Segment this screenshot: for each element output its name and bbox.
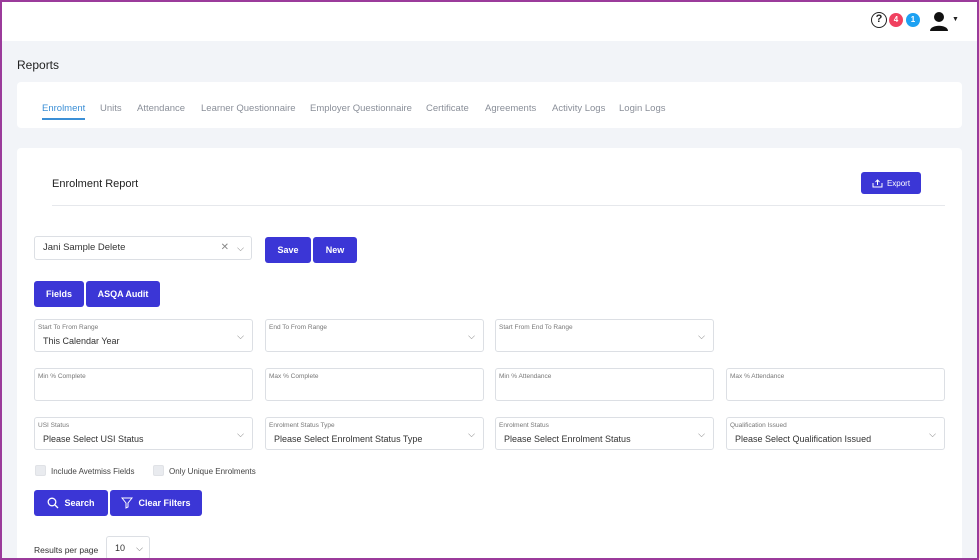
min-attendance-input[interactable]: Min % Attendance bbox=[495, 368, 714, 401]
tab-employer-questionnaire[interactable]: Employer Questionnaire bbox=[310, 103, 412, 114]
field-value: This Calendar Year bbox=[43, 336, 120, 346]
chevron-down-icon: ⌵ bbox=[237, 243, 244, 253]
field-label: Enrolment Status Type bbox=[269, 422, 335, 429]
field-label: Qualification Issued bbox=[730, 422, 787, 429]
clear-filters-button[interactable]: Clear Filters bbox=[110, 490, 202, 516]
report-title: Enrolment Report bbox=[52, 178, 139, 190]
max-attendance-input[interactable]: Max % Attendance bbox=[726, 368, 945, 401]
min-complete-input[interactable]: Min % Complete bbox=[34, 368, 253, 401]
export-icon bbox=[872, 178, 883, 187]
help-icon[interactable]: ? bbox=[871, 12, 887, 28]
active-tab-indicator bbox=[42, 118, 85, 120]
tab-activity-logs[interactable]: Activity Logs bbox=[552, 103, 605, 114]
qualification-issued-select[interactable]: Qualification Issued Please Select Quali… bbox=[726, 417, 945, 450]
notification-badge-blue[interactable]: 1 bbox=[906, 13, 920, 27]
field-label: Enrolment Status bbox=[499, 422, 549, 429]
end-to-from-range-select[interactable]: End To From Range ⌵ bbox=[265, 319, 484, 352]
field-label: Min % Complete bbox=[38, 373, 86, 380]
results-per-page-label: Results per page bbox=[34, 545, 99, 555]
search-label: Search bbox=[64, 498, 95, 508]
field-label: Start From End To Range bbox=[499, 324, 573, 331]
max-complete-input[interactable]: Max % Complete bbox=[265, 368, 484, 401]
fields-button[interactable]: Fields bbox=[34, 281, 84, 307]
chevron-down-icon: ⌵ bbox=[698, 429, 705, 439]
report-card: Enrolment Report Export Jani Sample Dele… bbox=[17, 148, 962, 560]
usi-status-select[interactable]: USI Status Please Select USI Status ⌵ bbox=[34, 417, 253, 450]
tab-learner-questionnaire[interactable]: Learner Questionnaire bbox=[201, 103, 296, 114]
chevron-down-icon: ⌵ bbox=[929, 429, 936, 439]
report-tabs: Enrolment Units Attendance Learner Quest… bbox=[17, 82, 962, 128]
only-unique-label: Only Unique Enrolments bbox=[169, 467, 256, 476]
tab-certificate[interactable]: Certificate bbox=[426, 103, 469, 114]
field-label: End To From Range bbox=[269, 324, 328, 331]
chevron-down-icon: ⌵ bbox=[237, 331, 244, 341]
chevron-down-icon: ⌵ bbox=[136, 543, 143, 553]
tab-enrolment[interactable]: Enrolment bbox=[42, 103, 85, 114]
field-value: Please Select USI Status bbox=[43, 434, 144, 444]
field-label: USI Status bbox=[38, 422, 70, 429]
search-button[interactable]: Search bbox=[34, 490, 108, 516]
header-divider bbox=[52, 205, 945, 206]
clear-selection-icon[interactable]: ✕ bbox=[221, 237, 229, 259]
top-bar: ? 4 1 ▼ bbox=[2, 2, 977, 41]
clear-filters-label: Clear Filters bbox=[138, 498, 191, 508]
start-from-end-range-select[interactable]: Start From End To Range ⌵ bbox=[495, 319, 714, 352]
page-title: Reports bbox=[17, 58, 60, 72]
tab-units[interactable]: Units bbox=[100, 103, 122, 114]
start-to-from-range-select[interactable]: Start To From Range This Calendar Year ⌵ bbox=[34, 319, 253, 352]
chevron-down-icon: ⌵ bbox=[468, 331, 475, 341]
tab-login-logs[interactable]: Login Logs bbox=[619, 103, 665, 114]
save-button[interactable]: Save bbox=[265, 237, 311, 263]
asqa-audit-button[interactable]: ASQA Audit bbox=[86, 281, 160, 307]
enrolment-status-type-select[interactable]: Enrolment Status Type Please Select Enro… bbox=[265, 417, 484, 450]
results-per-page-value: 10 bbox=[115, 543, 126, 553]
results-per-page-select[interactable]: 10 ⌵ bbox=[106, 536, 150, 560]
saved-report-select[interactable]: Jani Sample Delete ✕ ⌵ bbox=[34, 236, 252, 260]
search-icon bbox=[48, 497, 59, 509]
field-label: Max % Complete bbox=[269, 373, 319, 380]
notification-badge-red[interactable]: 4 bbox=[889, 13, 903, 27]
field-value: Please Select Qualification Issued bbox=[735, 434, 872, 444]
chevron-down-icon: ⌵ bbox=[468, 429, 475, 439]
field-label: Min % Attendance bbox=[499, 373, 552, 380]
filter-clear-icon bbox=[121, 497, 134, 509]
field-label: Start To From Range bbox=[38, 324, 99, 331]
user-avatar-icon[interactable] bbox=[928, 10, 950, 32]
export-button[interactable]: Export bbox=[861, 172, 921, 194]
field-label: Max % Attendance bbox=[730, 373, 785, 380]
only-unique-checkbox[interactable] bbox=[153, 465, 164, 476]
tab-agreements[interactable]: Agreements bbox=[485, 103, 536, 114]
new-button[interactable]: New bbox=[313, 237, 357, 263]
chevron-down-icon: ⌵ bbox=[698, 331, 705, 341]
enrolment-status-select[interactable]: Enrolment Status Please Select Enrolment… bbox=[495, 417, 714, 450]
user-menu-caret-icon[interactable]: ▼ bbox=[952, 16, 959, 23]
field-value: Please Select Enrolment Status Type bbox=[274, 434, 423, 444]
field-value: Please Select Enrolment Status bbox=[504, 434, 631, 444]
include-avetmiss-checkbox[interactable] bbox=[35, 465, 46, 476]
include-avetmiss-label: Include Avetmiss Fields bbox=[51, 467, 135, 476]
chevron-down-icon: ⌵ bbox=[237, 429, 244, 439]
export-label: Export bbox=[886, 178, 911, 188]
tab-attendance[interactable]: Attendance bbox=[137, 103, 185, 114]
saved-report-value: Jani Sample Delete bbox=[43, 242, 126, 253]
